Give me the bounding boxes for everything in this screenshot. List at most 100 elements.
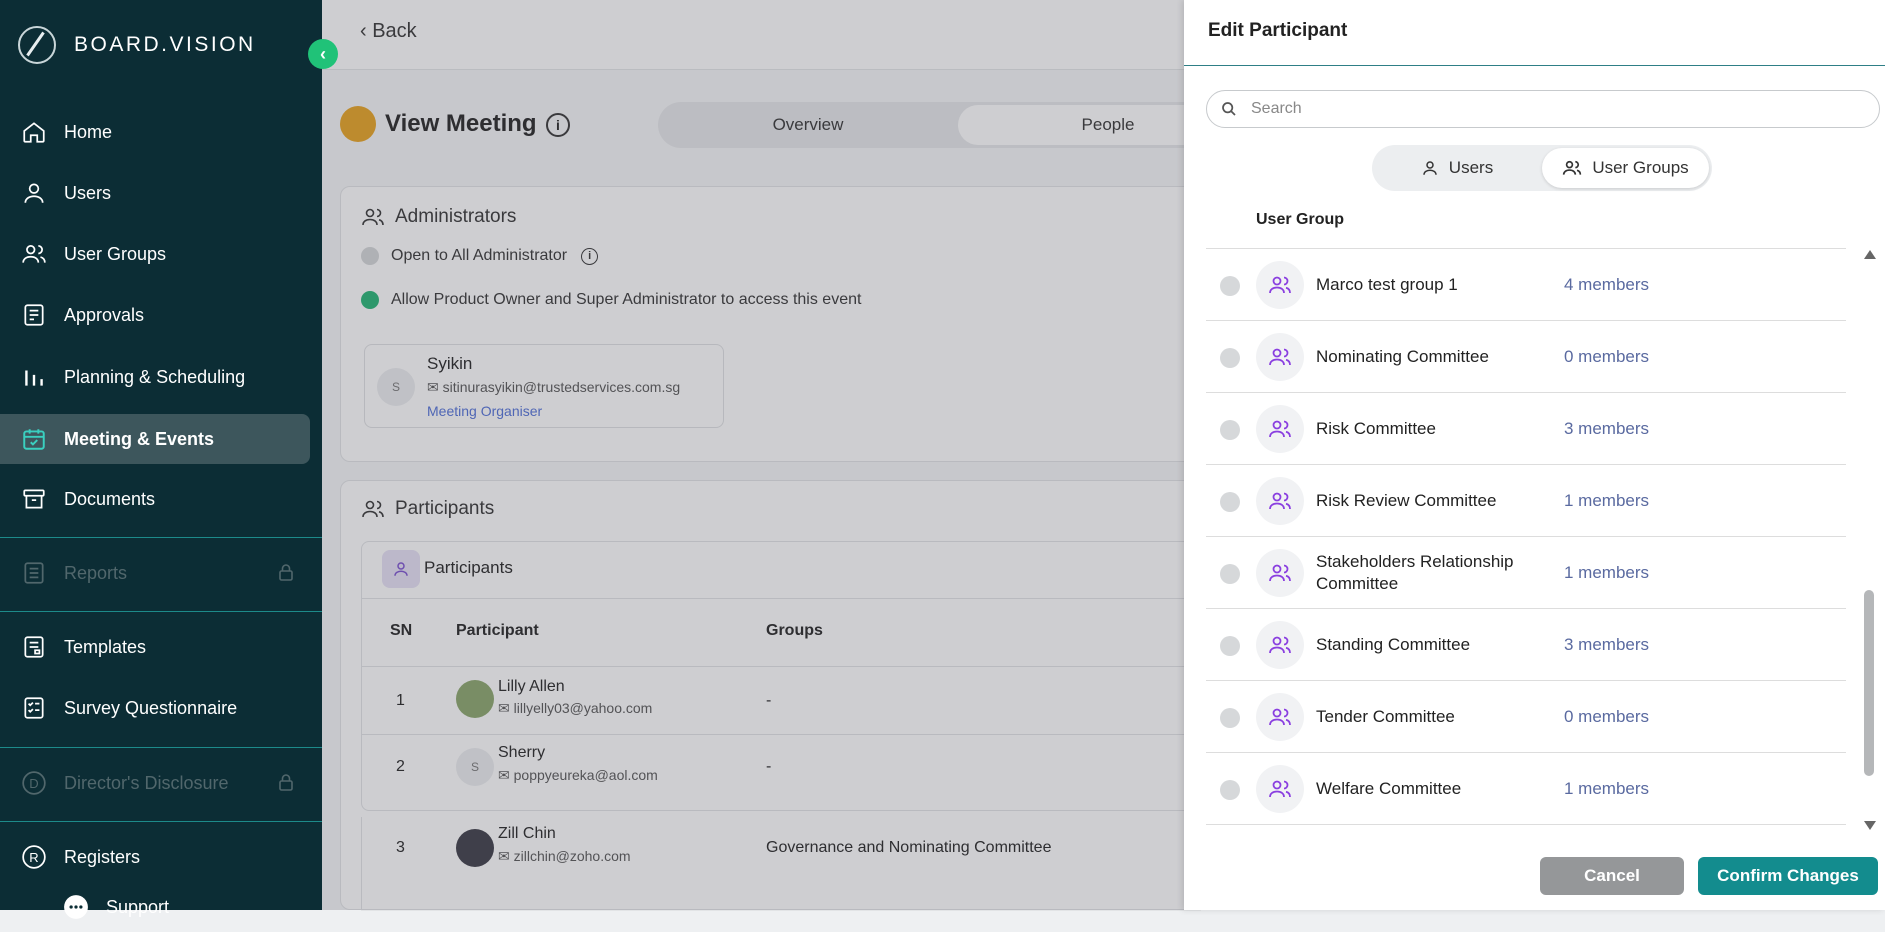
select-radio[interactable] bbox=[1220, 564, 1240, 584]
sidebar-item-registers[interactable]: R Registers bbox=[0, 832, 322, 882]
sidebar-item-label: Reports bbox=[64, 562, 128, 583]
tab-user-groups[interactable]: User Groups bbox=[1542, 148, 1709, 188]
users-icon bbox=[1256, 333, 1304, 381]
select-radio[interactable] bbox=[1220, 420, 1240, 440]
sidebar-item-label: Support bbox=[106, 896, 170, 917]
divider bbox=[1184, 65, 1885, 66]
archive-icon bbox=[20, 485, 48, 513]
sidebar-item-reports: Reports bbox=[0, 548, 322, 598]
confirm-changes-button[interactable]: Confirm Changes bbox=[1698, 857, 1878, 895]
home-icon bbox=[20, 118, 48, 146]
collapse-sidebar-button[interactable]: ‹ bbox=[308, 39, 338, 69]
sidebar-item-templates[interactable]: Templates bbox=[0, 622, 322, 672]
panel-title: Edit Participant bbox=[1208, 20, 1348, 41]
select-radio[interactable] bbox=[1220, 708, 1240, 728]
column-user-group: User Group bbox=[1256, 211, 1345, 228]
tab-users[interactable]: Users bbox=[1372, 148, 1542, 188]
member-count: 0 members bbox=[1564, 347, 1650, 366]
tab-users-label: Users bbox=[1448, 158, 1494, 177]
user-group-row[interactable]: Risk Committee 3 members bbox=[1206, 393, 1846, 465]
search-placeholder: Search bbox=[1251, 100, 1302, 117]
member-count: 1 members bbox=[1564, 779, 1650, 798]
member-count: 4 members bbox=[1564, 275, 1650, 294]
select-radio[interactable] bbox=[1220, 780, 1240, 800]
sidebar: BOARD.VISION Home Users User Groups Appr… bbox=[0, 0, 322, 919]
member-count: 0 members bbox=[1564, 707, 1650, 726]
sidebar-item-home[interactable]: Home bbox=[0, 107, 322, 157]
sidebar-item-label: Home bbox=[64, 121, 113, 142]
cancel-button[interactable]: Cancel bbox=[1540, 857, 1684, 895]
users-icon bbox=[1256, 549, 1304, 597]
select-radio[interactable] bbox=[1220, 636, 1240, 656]
divider bbox=[0, 611, 322, 612]
group-name: Standing Committee bbox=[1316, 635, 1471, 654]
group-name: Nominating Committee bbox=[1316, 347, 1489, 366]
users-icon bbox=[1256, 261, 1304, 309]
user-group-row[interactable]: Risk Review Committee 1 members bbox=[1206, 465, 1846, 537]
sidebar-item-label: Templates bbox=[64, 636, 147, 657]
users-icon bbox=[1256, 405, 1304, 453]
divider bbox=[0, 747, 322, 748]
brand-name: BOARD.VISION bbox=[74, 33, 256, 56]
sidebar-item-label: Approvals bbox=[64, 304, 145, 325]
member-count: 1 members bbox=[1564, 563, 1650, 582]
group-name: Welfare Committee bbox=[1316, 779, 1462, 798]
sidebar-item-users[interactable]: Users bbox=[0, 168, 322, 218]
svg-text:R: R bbox=[29, 850, 38, 865]
edit-participant-panel: Edit Participant Search Users User Group… bbox=[1184, 0, 1885, 910]
scroll-up-icon[interactable] bbox=[1864, 250, 1876, 259]
logo-icon bbox=[18, 26, 56, 64]
calendar-check-icon bbox=[20, 425, 48, 453]
sidebar-item-user-groups[interactable]: User Groups bbox=[0, 229, 322, 279]
divider bbox=[0, 821, 322, 822]
member-count: 3 members bbox=[1564, 419, 1650, 438]
sidebar-item-meeting-events[interactable]: Meeting & Events bbox=[0, 414, 310, 464]
users-icon bbox=[1256, 621, 1304, 669]
user-group-row[interactable]: Marco test group 1 4 members bbox=[1206, 249, 1846, 321]
users-icon bbox=[1563, 160, 1582, 175]
sidebar-item-support[interactable]: Support bbox=[0, 882, 322, 932]
tab-user-groups-label: User Groups bbox=[1592, 158, 1689, 177]
user-group-row[interactable]: Welfare Committee 1 members bbox=[1206, 753, 1846, 825]
user-group-row[interactable]: Stakeholders Relationship Committee 1 mem… bbox=[1206, 537, 1846, 609]
user-icon bbox=[1423, 161, 1437, 175]
sidebar-item-label: User Groups bbox=[64, 243, 167, 264]
users-icon bbox=[20, 240, 48, 268]
chat-icon bbox=[62, 893, 90, 921]
user-group-row[interactable]: Nominating Committee 0 members bbox=[1206, 321, 1846, 393]
scroll-down-icon[interactable] bbox=[1864, 821, 1876, 830]
lock-icon bbox=[278, 773, 294, 796]
sidebar-item-survey[interactable]: Survey Questionnaire bbox=[0, 683, 322, 733]
template-icon bbox=[20, 633, 48, 661]
list-scrollbar[interactable] bbox=[1862, 248, 1876, 830]
group-name: Risk Committee bbox=[1316, 419, 1436, 438]
divider bbox=[0, 537, 322, 538]
select-radio[interactable] bbox=[1220, 276, 1240, 296]
svg-text:D: D bbox=[29, 776, 38, 791]
user-icon bbox=[20, 179, 48, 207]
r-circle-icon: R bbox=[20, 843, 48, 871]
bar-chart-icon bbox=[20, 363, 48, 391]
sidebar-item-documents[interactable]: Documents bbox=[0, 474, 322, 524]
chevron-left-icon: ‹ bbox=[320, 43, 326, 64]
modal-backdrop[interactable] bbox=[322, 0, 1184, 910]
users-icon bbox=[1256, 477, 1304, 525]
sidebar-item-label: Meeting & Events bbox=[64, 428, 215, 449]
list-icon bbox=[20, 559, 48, 587]
user-group-row[interactable]: Tender Committee 0 members bbox=[1206, 681, 1846, 753]
sidebar-item-label: Documents bbox=[64, 488, 156, 509]
sidebar-item-planning[interactable]: Planning & Scheduling bbox=[0, 352, 322, 402]
lock-icon bbox=[278, 563, 294, 586]
users-icon bbox=[1256, 693, 1304, 741]
scroll-thumb[interactable] bbox=[1864, 590, 1874, 776]
checklist-icon bbox=[20, 694, 48, 722]
user-group-row[interactable]: Standing Committee 3 members bbox=[1206, 609, 1846, 681]
brand-logo[interactable]: BOARD.VISION bbox=[18, 26, 256, 64]
users-icon bbox=[1256, 765, 1304, 813]
group-name: Marco test group 1 bbox=[1316, 275, 1458, 294]
search-input[interactable]: Search bbox=[1206, 90, 1880, 128]
d-circle-icon: D bbox=[20, 769, 48, 797]
sidebar-item-approvals[interactable]: Approvals bbox=[0, 290, 322, 340]
select-radio[interactable] bbox=[1220, 492, 1240, 512]
select-radio[interactable] bbox=[1220, 348, 1240, 368]
